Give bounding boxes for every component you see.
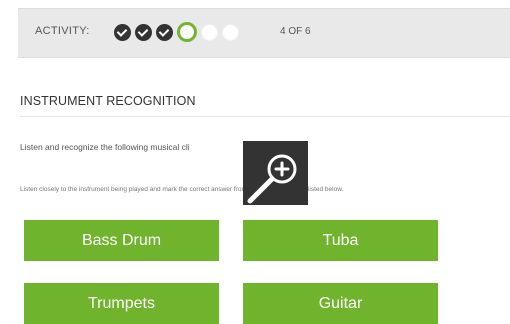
activity-label: ACTIVITY: [35, 25, 90, 37]
activity-bar: ACTIVITY: 4 OF 6 [18, 8, 510, 58]
answer-button-trumpets[interactable]: Trumpets [24, 283, 219, 324]
section-title: INSTRUMENT RECOGNITION [20, 94, 196, 108]
step-4-current-icon [177, 22, 197, 42]
step-6-pending-icon [222, 23, 239, 41]
step-1-complete-icon [114, 23, 131, 41]
question-prompt: Listen and recognize the following music… [20, 142, 190, 152]
activity-progress-dots [114, 21, 243, 43]
step-3-complete-icon [156, 23, 173, 41]
zoom-button[interactable] [243, 141, 308, 205]
zoom-in-icon [247, 154, 297, 204]
question-instructions: Listen closely to the instrument being p… [20, 186, 344, 193]
answer-button-bass-drum[interactable]: Bass Drum [24, 220, 219, 261]
step-2-complete-icon [135, 23, 152, 41]
step-5-pending-icon [201, 23, 218, 41]
section-divider [20, 116, 510, 117]
activity-progress-text: 4 OF 6 [280, 26, 311, 37]
answer-button-tuba[interactable]: Tuba [243, 220, 438, 261]
answer-button-guitar[interactable]: Guitar [243, 283, 438, 324]
